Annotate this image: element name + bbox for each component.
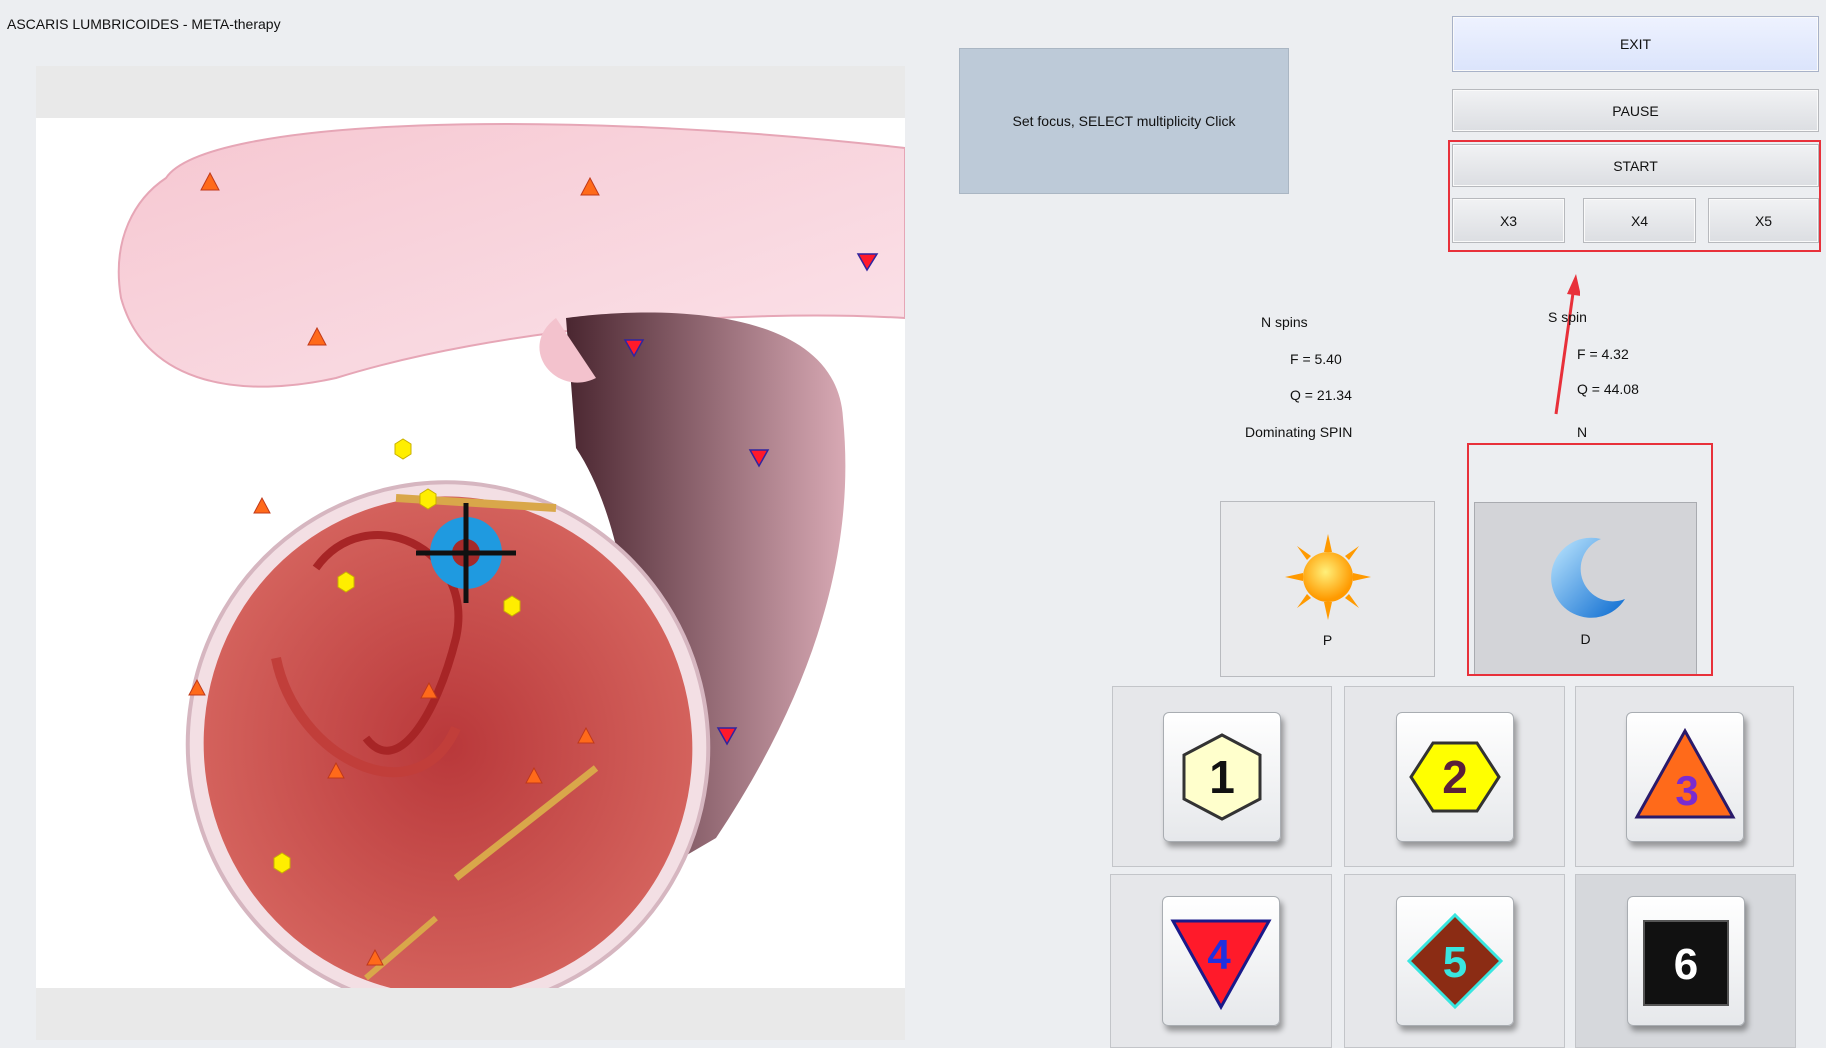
marker-6-number: 6	[1673, 940, 1697, 989]
marker-3-number: 3	[1675, 767, 1698, 814]
dominating-spin-label: Dominating SPIN	[1245, 424, 1353, 440]
instruction-panel: Set focus, SELECT multiplicity Click	[959, 48, 1289, 194]
red-arrow-annotation	[1554, 274, 1580, 415]
diamond-icon: 5	[1406, 912, 1503, 1010]
square-icon: 6	[1642, 920, 1729, 1006]
n-spins-q-value: Q = 21.34	[1290, 387, 1352, 403]
s-spin-q-value: Q = 44.08	[1577, 381, 1639, 397]
marker-1-number: 1	[1209, 751, 1235, 803]
window-title: ASCARIS LUMBRICOIDES - META-therapy	[7, 16, 281, 32]
marker-4-number: 4	[1207, 931, 1231, 978]
marker-2-number: 2	[1442, 751, 1468, 803]
marker-4-button[interactable]: 4	[1110, 874, 1332, 1048]
hexagon-icon: 2	[1408, 741, 1501, 812]
n-spins-title: N spins	[1261, 314, 1308, 330]
highlight-start-group	[1448, 140, 1821, 252]
marker-3-button[interactable]: 3	[1575, 686, 1794, 867]
pause-button[interactable]: PAUSE	[1452, 89, 1819, 132]
marker-5-button[interactable]: 5	[1344, 874, 1565, 1048]
sun-icon	[1284, 534, 1371, 620]
marker-5-number: 5	[1442, 938, 1466, 987]
exit-button[interactable]: EXIT	[1452, 16, 1819, 72]
n-spins-f-value: F = 5.40	[1290, 351, 1342, 367]
marker-6-button[interactable]: 6	[1575, 874, 1796, 1048]
spin-p-button[interactable]: P	[1220, 501, 1435, 677]
dominating-spin-value: N	[1577, 424, 1588, 440]
hexagon-icon: 1	[1182, 732, 1262, 821]
instruction-text: Set focus, SELECT multiplicity Click	[1012, 113, 1236, 129]
s-spin-f-value: F = 4.32	[1577, 346, 1629, 362]
intestine-illustration	[117, 123, 905, 988]
marker-1-button[interactable]: 1	[1112, 686, 1332, 867]
s-spin-title: S spin	[1548, 309, 1587, 325]
triangle-down-icon: 4	[1170, 919, 1272, 1011]
intestine-image[interactable]	[36, 118, 905, 988]
spin-p-label: P	[1322, 632, 1333, 648]
triangle-up-icon: 3	[1633, 727, 1736, 818]
highlight-d-button	[1467, 443, 1713, 676]
marker-2-button[interactable]: 2	[1344, 686, 1565, 867]
